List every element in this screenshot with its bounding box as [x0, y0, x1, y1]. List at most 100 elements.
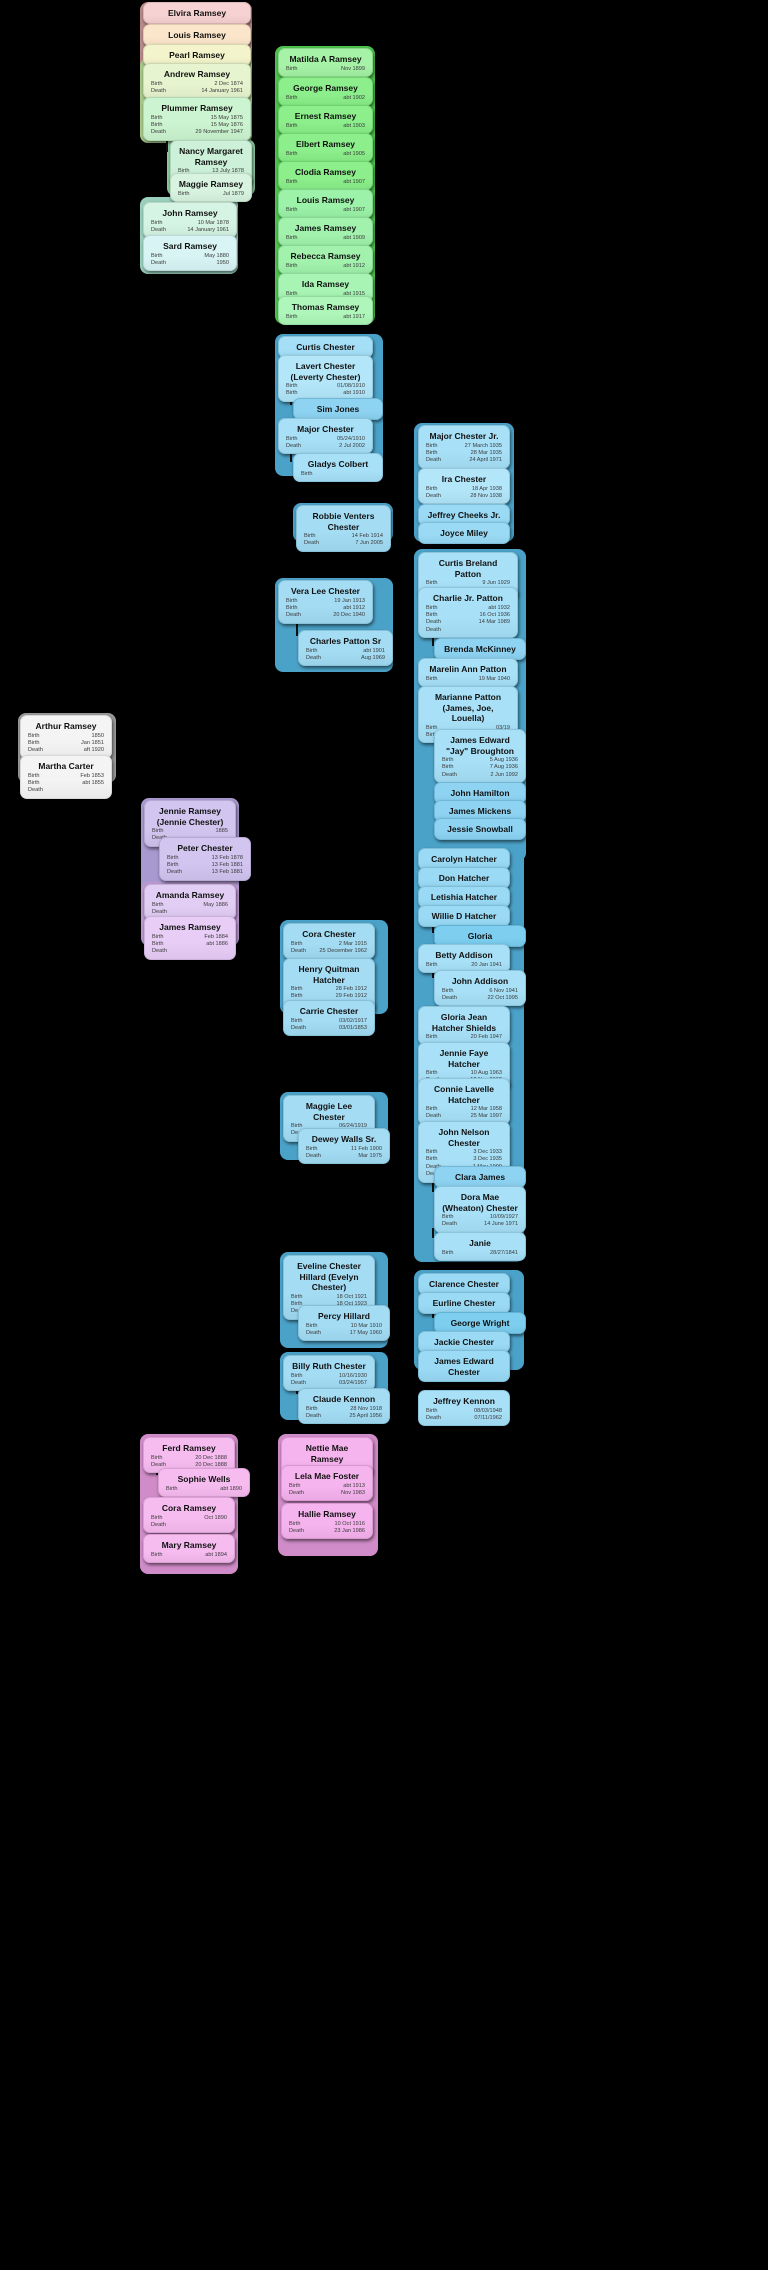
fact-label: Death [304, 540, 319, 547]
card-brenda-mckinney[interactable]: Brenda McKinney [434, 638, 526, 660]
card-percy-hillard[interactable]: Percy Hillard Birth 10 Mar 1910 Death 17 May… [298, 1305, 390, 1342]
card-james-edward-jay-broughton[interactable]: James Edward "Jay" Broughton Birth 5 Aug 1… [434, 729, 526, 784]
card-george-ramsey[interactable]: George Ramsey Birth abt 1902 [278, 77, 373, 106]
card-charlie-jr-patton[interactable]: Charlie Jr. Patton Birth abt 1932 Birth 16 O… [418, 587, 518, 639]
fact-label: Death [426, 1113, 441, 1120]
card-elvira-ramsey[interactable]: Elvira Ramsey [143, 2, 251, 24]
card-matilda-a-ramsey[interactable]: Matilda A Ramsey Birth Nov 1899 [278, 48, 373, 77]
card-sim-jones[interactable]: Sim Jones [293, 398, 383, 420]
card-dora-mae-wheaton-chester[interactable]: Dora Mae (Wheaton) Chester Birth 10/09/192… [434, 1186, 526, 1233]
card-joyce-miley[interactable]: Joyce Miley [418, 522, 510, 544]
card-jeffrey-kennon[interactable]: Jeffrey Kennon Birth 08/03/1948 Death 07/11/… [418, 1390, 510, 1427]
fact-row: Birth abt 1910 [284, 390, 367, 397]
fact-label: Death [286, 442, 301, 449]
card-major-chester-jr[interactable]: Major Chester Jr. Birth 27 March 1935 Birth… [418, 425, 510, 469]
card-louis-ramsey-2[interactable]: Louis Ramsey Birth abt 1907 [278, 189, 373, 218]
card-hallie-ramsey[interactable]: Hallie Ramsey Birth 10 Oct 1916 Death 23 Jan… [281, 1503, 373, 1540]
fact-label: Birth [151, 1514, 163, 1521]
fact-value: 24 April 1971 [469, 457, 502, 464]
fact-value: 14 Mar 1989 [478, 619, 510, 626]
fact-label: Birth [166, 1485, 178, 1492]
card-mary-ramsey[interactable]: Mary Ramsey Birth abt 1894 [143, 1534, 235, 1563]
fact-label: Birth [151, 1551, 163, 1558]
card-claude-kennon[interactable]: Claude Kennon Birth 28 Nov 1918 Death 25 Apr… [298, 1388, 390, 1425]
card-john-ramsey[interactable]: John Ramsey Birth 10 Mar 1878 Death 14 Janua… [143, 202, 237, 239]
fact-row: Birth 10 Oct 1916 [287, 1521, 367, 1528]
card-cora-chester[interactable]: Cora Chester Birth 2 Mar 1915 Death 25 Decem… [283, 923, 375, 960]
fact-row: Birth 19 Jan 1913 [284, 598, 367, 605]
card-james-edward-chester[interactable]: James Edward Chester [418, 1350, 510, 1382]
card-arthur-ramsey[interactable]: Arthur Ramsey Birth 1850 Birth Jan 1851 Death… [20, 715, 112, 759]
fact-label: Birth [426, 1070, 438, 1076]
fact-label: Death [442, 994, 457, 1001]
fact-label: Birth [291, 1372, 303, 1379]
card-ira-chester[interactable]: Ira Chester Birth 18 Apr 1938 Death 28 Nov 1… [418, 468, 510, 505]
card-major-chester[interactable]: Major Chester Birth 05/24/1910 Death 2 Jul 2… [278, 418, 373, 455]
fact-row: Birth abt 1901 [304, 648, 387, 655]
card-vera-lee-chester[interactable]: Vera Lee Chester Birth 19 Jan 1913 Birth abt… [278, 580, 373, 624]
card-janie[interactable]: Janie Birth 28/27/1841 [434, 1232, 526, 1261]
person-name: Letishia Hatcher [430, 892, 498, 902]
person-name: Jennie Faye Hatcher [439, 1048, 489, 1069]
card-james-ramsey-2[interactable]: James Ramsey Birth Feb 1884 Birth abt 1886 De… [144, 916, 236, 960]
card-peter-chester[interactable]: Peter Chester Birth 13 Feb 1878 Birth 13 Feb… [159, 837, 251, 881]
card-cora-ramsey[interactable]: Cora Ramsey Birth Oct 1890 Death [143, 1497, 235, 1534]
fact-label: Birth [291, 986, 303, 992]
card-clodia-ramsey[interactable]: Clodia Ramsey Birth abt 1907 [278, 161, 373, 190]
fact-row: Birth abt 1917 [284, 314, 367, 321]
card-clara-james[interactable]: Clara James [434, 1166, 526, 1188]
card-louis-ramsey[interactable]: Louis Ramsey [143, 24, 251, 46]
card-gloria-jean-hatcher-shields[interactable]: Gloria Jean Hatcher Shields Birth 20 Feb 1… [418, 1006, 510, 1046]
fact-label: Death [426, 492, 441, 499]
fact-label: Death [291, 947, 306, 954]
fact-value: abt 1903 [343, 122, 365, 129]
card-carrie-chester[interactable]: Carrie Chester Birth 03/02/1917 Death 03/01/… [283, 1000, 375, 1037]
fact-value: abt 1917 [343, 313, 365, 320]
fact-row: Birth 19 Mar 1940 [424, 676, 512, 683]
card-dewey-walls-sr[interactable]: Dewey Walls Sr. Birth 11 Feb 1900 Death Mar … [298, 1128, 390, 1165]
card-charles-patton-sr[interactable]: Charles Patton Sr Birth abt 1901 Death Aug 1… [298, 630, 393, 667]
fact-value: 3 Dec 1935 [473, 1156, 502, 1163]
card-connie-lavelle-hatcher[interactable]: Connie Lavelle Hatcher Birth 12 Mar 1958 De… [418, 1078, 510, 1125]
card-betty-addison[interactable]: Betty Addison Birth 20 Jan 1941 [418, 944, 510, 973]
person-name: Ira Chester [441, 474, 487, 484]
family-tree-canvas: Elvira Ramsey Louis Ramsey Pearl Ramsey And… [0, 0, 768, 2270]
card-billy-ruth-chester[interactable]: Billy Ruth Chester Birth 10/16/1930 Death 03… [283, 1355, 375, 1392]
card-jessie-snowball[interactable]: Jessie Snowball [434, 818, 526, 840]
card-robbie-venters-chester[interactable]: Robbie Venters Chester Birth 14 Feb 1914 De… [296, 505, 391, 552]
card-john-addison[interactable]: John Addison Birth 6 Nov 1941 Death 22 Oct 1… [434, 970, 526, 1007]
fact-label: Birth [301, 470, 313, 477]
fact-value: 28 Feb 1912 [335, 986, 367, 992]
card-thomas-ramsey[interactable]: Thomas Ramsey Birth abt 1917 [278, 296, 373, 325]
card-willie-d-hatcher[interactable]: Willie D Hatcher [418, 905, 510, 927]
fact-value: 28 Mar 1935 [470, 449, 502, 456]
fact-value: abt 1909 [343, 234, 365, 241]
fact-label: Birth [286, 390, 298, 397]
fact-label: Birth [291, 940, 303, 947]
fact-value: 15 May 1875 [210, 114, 243, 121]
card-amanda-ramsey[interactable]: Amanda Ramsey Birth May 1886 Death [144, 884, 236, 921]
fact-label: Birth [426, 611, 438, 618]
fact-row: Death 25 April 1956 [304, 1413, 384, 1420]
card-eurline-chester[interactable]: Eurline Chester [418, 1292, 510, 1314]
card-maggie-ramsey[interactable]: Maggie Ramsey Birth Jul 1879 [170, 173, 252, 202]
card-plummer-ramsey[interactable]: Plummer Ramsey Birth 15 May 1875 Birth 15 Ma… [143, 97, 251, 141]
card-james-ramsey[interactable]: James Ramsey Birth abt 1909 [278, 217, 373, 246]
card-elbert-ramsey[interactable]: Elbert Ramsey Birth abt 1905 [278, 133, 373, 162]
card-lavert-chester[interactable]: Lavert Chester (Leverty Chester) Birth 01/… [278, 355, 373, 402]
card-rebecca-ramsey[interactable]: Rebecca Ramsey Birth abt 1912 [278, 245, 373, 274]
person-name: Peter Chester [177, 843, 233, 853]
card-ernest-ramsey[interactable]: Ernest Ramsey Birth abt 1903 [278, 105, 373, 134]
card-gladys-colbert[interactable]: Gladys Colbert Birth [293, 453, 383, 482]
card-sophie-wells[interactable]: Sophie Wells Birth abt 1890 [158, 1468, 250, 1497]
fact-row: Birth 27 March 1935 [424, 443, 504, 450]
fact-row: Birth 3 Dec 1935 [424, 1156, 504, 1163]
card-lela-mae-foster[interactable]: Lela Mae Foster Birth abt 1913 Death Nov 198… [281, 1465, 373, 1502]
card-marelin-ann-patton[interactable]: Marelin Ann Patton Birth 19 Mar 1940 [418, 658, 518, 687]
card-sard-ramsey[interactable]: Sard Ramsey Birth May 1880 Death 1950 [143, 235, 237, 272]
fact-label: Birth [28, 779, 40, 786]
card-andrew-ramsey[interactable]: Andrew Ramsey Birth 2 Dec 1874 Death 14 Janu… [143, 63, 251, 100]
fact-value: 10 Aug 1963 [470, 1070, 502, 1076]
card-martha-carter[interactable]: Martha Carter Birth Feb 1853 Birth abt 1855 D… [20, 755, 112, 799]
fact-row: Birth 13 Feb 1881 [165, 862, 245, 869]
